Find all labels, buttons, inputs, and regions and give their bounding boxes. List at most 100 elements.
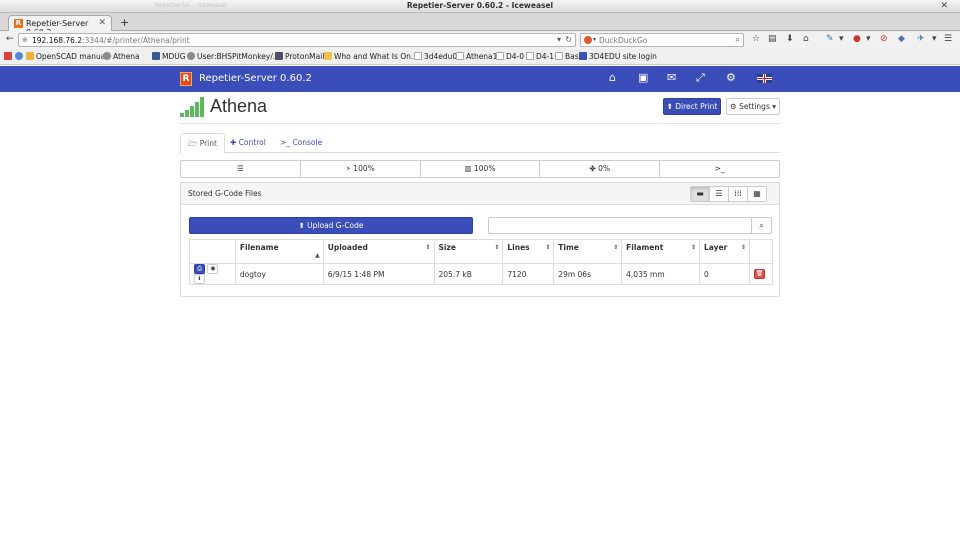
upload-gcode-button[interactable]: ⬆ Upload G-Code (189, 217, 473, 234)
printer-tabs: 🗁 Print ✚ Control >_ Console (180, 133, 780, 154)
uk-flag-icon[interactable] (757, 74, 772, 83)
col-size[interactable]: Size ⇕ (433, 239, 504, 264)
delete-file-button[interactable]: 🗑 (753, 269, 765, 279)
col-delete (748, 239, 774, 264)
console-toggle[interactable]: >_ (660, 161, 779, 177)
monitor-icon[interactable]: ▣ (638, 72, 648, 84)
bookmark-openscad[interactable]: OpenSCAD manual (26, 52, 107, 61)
upload-label: Upload G-Code (307, 221, 364, 230)
view-small-grid-button[interactable]: ⁞⁞⁞ (728, 186, 748, 202)
extension-icon[interactable]: ✎ (826, 34, 834, 45)
tab-console-label: Console (292, 138, 323, 147)
abp-icon[interactable]: ● (853, 34, 861, 45)
info-icon: ℹ (198, 275, 201, 282)
settings-label: Settings (739, 102, 770, 111)
search-icon[interactable]: ⌕ (736, 35, 740, 45)
bookmark-protonmail[interactable]: ProtonMail (275, 52, 324, 61)
bookmark-bas[interactable]: Bas (555, 52, 579, 61)
window-title: Repetier-Server 0.60.2 - Iceweasel (406, 1, 554, 10)
tab-control[interactable]: ✚ Control (223, 133, 273, 154)
settings-dropdown-button[interactable]: ⚙ Settings ▾ (726, 98, 780, 115)
bookmark-d4-0[interactable]: D4-0 (496, 52, 524, 61)
tab-close-icon[interactable]: ✕ (98, 18, 106, 28)
facebook-icon (152, 52, 160, 60)
col-actions (189, 239, 236, 264)
home-nav-icon[interactable]: ⌂ (803, 34, 809, 45)
job-list-toggle[interactable]: ☰ (181, 161, 301, 177)
bookmark-athena[interactable]: Athena (103, 52, 140, 61)
bookmark-athena1[interactable]: Athena1 (456, 52, 497, 61)
col-layer[interactable]: Layer ⇕ (699, 239, 750, 264)
gear-icon[interactable]: ⚙ (726, 72, 736, 84)
speed-multiplier[interactable]: ⚡ 100% (301, 161, 421, 177)
flow-multiplier[interactable]: ▥ 100% (421, 161, 541, 177)
app-header: R Repetier-Server 0.60.2 ⌂ ▣ ✉ ⤢ ⚙ (0, 66, 960, 92)
download-icon[interactable]: ⬇ (786, 34, 794, 45)
filter-search-button[interactable]: ⌕ (751, 217, 772, 234)
printer-name: Athena (210, 96, 268, 116)
direct-print-button[interactable]: ⬆ Direct Print (663, 98, 721, 115)
bookmark-user[interactable]: User:BHSPitMonkey/… (187, 52, 280, 61)
bookmark-3d4edu-login[interactable]: 3D4EDU site login (579, 52, 657, 61)
browser-tab[interactable]: R Repetier-Server 0.60.2 ✕ (8, 15, 112, 37)
speed-value: 100% (353, 164, 375, 173)
addon-icon[interactable]: ◆ (898, 34, 905, 45)
view-table-button[interactable]: ▬ (690, 186, 710, 202)
print-file-button[interactable]: ⎙ (194, 264, 205, 274)
url-dropdown-icon[interactable]: ▾ (557, 35, 561, 44)
gcode-files-panel: Stored G-Code Files ▬ ☰ ⁞⁞⁞ ▦ ⬆ Upload G… (180, 182, 780, 297)
tab-console[interactable]: >_ Console (273, 133, 329, 154)
bookmark-shield[interactable] (15, 52, 25, 61)
col-filename[interactable]: Filename ▲ (234, 239, 324, 264)
file-filter-input[interactable] (488, 217, 752, 234)
back-icon[interactable]: ← (6, 34, 14, 45)
list-view-icon: ☰ (715, 189, 723, 198)
col-filament[interactable]: Filament ⇕ (621, 239, 701, 264)
search-icon: ⌕ (759, 221, 764, 230)
expand-icon[interactable]: ⤢ (696, 72, 705, 84)
cell-filename: dogtoy (234, 263, 324, 285)
tab-print[interactable]: 🗁 Print (180, 133, 225, 154)
menu-icon[interactable]: ☰ (944, 34, 952, 45)
col-time[interactable]: Time ⇕ (553, 239, 623, 264)
reading-list-icon[interactable]: ▤ (768, 34, 777, 45)
protonmail-icon (275, 52, 283, 60)
pocket-icon[interactable]: ✈ (917, 34, 925, 45)
search-bar[interactable]: ▾ ⌕ (580, 33, 744, 47)
col-uploaded[interactable]: Uploaded ⇕ (322, 239, 435, 264)
home-icon[interactable]: ⌂ (609, 72, 616, 84)
info-file-button[interactable]: ℹ (194, 274, 205, 284)
url-bar[interactable]: ⊕ 192.168.76.2:3344/#/printer/Athena/pri… (18, 33, 576, 47)
page-icon (555, 52, 563, 60)
bookmark-d4-1[interactable]: D4-1 (526, 52, 554, 61)
reload-icon[interactable]: ↻ (565, 35, 572, 44)
folder-open-icon: 🗁 (188, 139, 198, 148)
col-lines[interactable]: Lines ⇕ (502, 239, 555, 264)
sort-icon: ⇕ (613, 244, 619, 251)
abp-dropdown-icon[interactable]: ▾ (866, 34, 871, 45)
panel-title: Stored G-Code Files (188, 189, 262, 198)
pocket-dropdown-icon[interactable]: ▾ (932, 34, 937, 45)
search-input[interactable] (599, 35, 729, 46)
terminal-icon: >_ (280, 138, 291, 147)
tab-control-label: Control (238, 138, 266, 147)
site-info-icon[interactable]: ⊕ (22, 36, 28, 44)
noscript-icon[interactable]: ⊘ (880, 34, 888, 45)
search-engine-dropdown-icon[interactable]: ▾ (593, 36, 596, 43)
bookmark-gmail[interactable] (4, 52, 14, 61)
extension-dropdown-icon[interactable]: ▾ (839, 34, 844, 45)
large-grid-icon: ▦ (753, 189, 761, 198)
window-close-icon[interactable]: ✕ (940, 1, 948, 11)
fan-speed[interactable]: ✤ 0% (540, 161, 661, 177)
cell-uploaded: 6/9/15 1:48 PM (322, 263, 435, 285)
table-row[interactable]: ⎙ ◉ ℹ dogtoy 6/9/15 1:48 PM 205.7 kB 712… (189, 263, 774, 285)
bookmark-who-and-what[interactable]: Who and What Is On… (324, 52, 418, 61)
bookmark-3d4edu0[interactable]: 3d4edu0 (414, 52, 457, 61)
bookmark-mdug[interactable]: MDUG (152, 52, 186, 61)
new-tab-button[interactable]: + (120, 16, 129, 29)
envelope-icon[interactable]: ✉ (667, 72, 676, 84)
view-list-button[interactable]: ☰ (709, 186, 729, 202)
preview-file-button[interactable]: ◉ (207, 264, 219, 274)
view-large-grid-button[interactable]: ▦ (747, 186, 767, 202)
star-icon[interactable]: ☆ (752, 34, 760, 45)
